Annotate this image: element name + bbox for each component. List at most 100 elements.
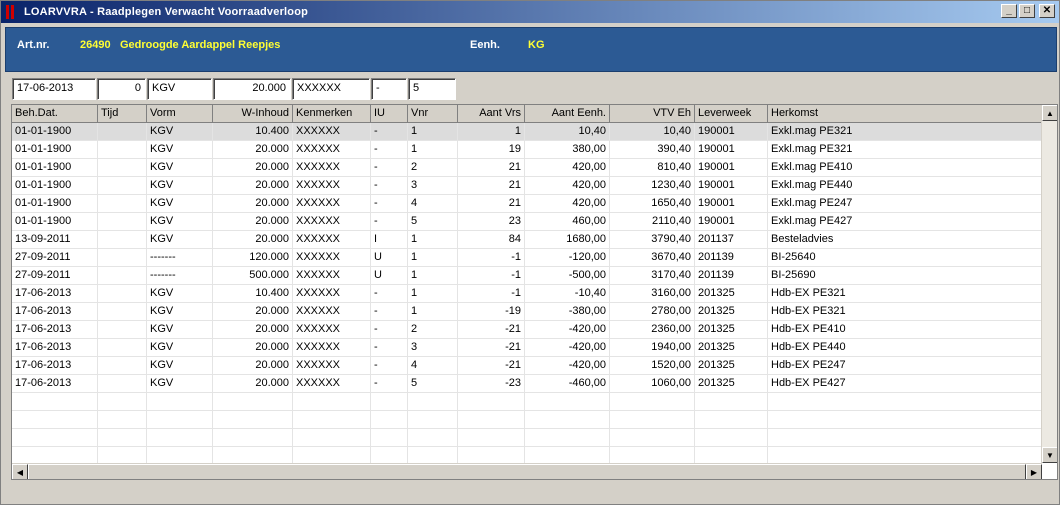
column-header-vtv-eh[interactable]: VTV Eh bbox=[610, 105, 695, 123]
cell-kenmerken: XXXXXX bbox=[293, 321, 371, 339]
cell-vnr: 5 bbox=[408, 375, 458, 393]
cell-kenmerken bbox=[293, 411, 371, 429]
cell-herkomst: Hdb-EX PE321 bbox=[768, 303, 1042, 321]
filter-iu[interactable]: - bbox=[371, 78, 407, 100]
scroll-left-button[interactable]: ◀ bbox=[12, 464, 28, 479]
table-row[interactable]: 17-06-2013 KGV 20.000 XXXXXX -5 -23 -460,00 106… bbox=[12, 375, 1042, 393]
horizontal-scrollbar[interactable]: ◀ ▶ bbox=[12, 463, 1042, 479]
cell-vorm: KGV bbox=[147, 357, 213, 375]
column-header-w-inhoud[interactable]: W-Inhoud bbox=[213, 105, 293, 123]
column-header-vnr[interactable]: Vnr bbox=[408, 105, 458, 123]
cell-aant-eenh: -500,00 bbox=[525, 267, 610, 285]
minimize-button[interactable]: _ bbox=[1001, 4, 1017, 18]
main-window: LOARVVRA - Raadplegen Verwacht Voorraadv… bbox=[0, 0, 1060, 505]
column-header-aant-vrs[interactable]: Aant Vrs bbox=[458, 105, 525, 123]
column-header-tijd[interactable]: Tijd bbox=[98, 105, 147, 123]
cell-vtv-eh: 2360,00 bbox=[610, 321, 695, 339]
table-row[interactable]: 01-01-1900 KGV 20.000 XXXXXX -1 19 380,00 390,4… bbox=[12, 141, 1042, 159]
cell-aant-vrs: -1 bbox=[458, 267, 525, 285]
cell-beh-dat: 01-01-1900 bbox=[12, 159, 98, 177]
cell-vtv-eh: 390,40 bbox=[610, 141, 695, 159]
column-header-kenmerken[interactable]: Kenmerken bbox=[293, 105, 371, 123]
cell-beh-dat: 27-09-2011 bbox=[12, 249, 98, 267]
cell-iu bbox=[371, 411, 408, 429]
filter-vnr[interactable]: 5 bbox=[408, 78, 456, 100]
cell-beh-dat: 01-01-1900 bbox=[12, 141, 98, 159]
filter-w-inhoud[interactable]: 20.000 bbox=[213, 78, 291, 100]
cell-w-inhoud: 10.400 bbox=[213, 285, 293, 303]
column-header-beh-dat[interactable]: Beh.Dat. bbox=[12, 105, 98, 123]
table-row[interactable]: 27-09-2011 ------- 500.000 XXXXXX U 1 -1 -500,0… bbox=[12, 267, 1042, 285]
cell-leverweek bbox=[695, 393, 768, 411]
cell-w-inhoud bbox=[213, 411, 293, 429]
cell-vorm: KGV bbox=[147, 321, 213, 339]
cell-leverweek: 201137 bbox=[695, 231, 768, 249]
cell-herkomst: Hdb-EX PE321 bbox=[768, 285, 1042, 303]
cell-vnr: 5 bbox=[408, 213, 458, 231]
table-row[interactable]: 13-09-2011 KGV 20.000 XXXXXX I 1 84 1680,00 3790… bbox=[12, 231, 1042, 249]
close-icon: ✕ bbox=[1042, 5, 1052, 16]
table-row[interactable]: 17-06-2013 KGV 20.000 XXXXXX -1 -19 -380,00 278… bbox=[12, 303, 1042, 321]
maximize-button[interactable]: □ bbox=[1019, 4, 1035, 18]
vertical-scrollbar[interactable]: ▲ ▼ bbox=[1041, 105, 1057, 463]
stock-table[interactable]: Beh.Dat. Tijd Vorm W-Inhoud Kenmerken IU Vnr Aa… bbox=[11, 104, 1058, 480]
app-icon[interactable] bbox=[6, 5, 18, 19]
cell-beh-dat: 01-01-1900 bbox=[12, 195, 98, 213]
filter-kenmerken[interactable]: XXXXXX bbox=[292, 78, 370, 100]
table-row[interactable]: 27-09-2011 ------- 120.000 XXXXXX U 1 -1 -120,0… bbox=[12, 249, 1042, 267]
column-header-iu[interactable]: IU bbox=[371, 105, 408, 123]
filter-time[interactable]: 0 bbox=[97, 78, 146, 100]
cell-beh-dat: 01-01-1900 bbox=[12, 177, 98, 195]
table-row[interactable]: 17-06-2013 KGV 10.400 XXXXXX -1 -1 -10,40 3160,… bbox=[12, 285, 1042, 303]
cell-iu: U bbox=[371, 267, 408, 285]
table-row[interactable]: 01-01-1900 KGV 20.000 XXXXXX -5 23 460,00 2110,… bbox=[12, 213, 1042, 231]
cell-vtv-eh: 3790,40 bbox=[610, 231, 695, 249]
cell-vtv-eh: 2110,40 bbox=[610, 213, 695, 231]
table-row[interactable]: 17-06-2013 KGV 20.000 XXXXXX -4 -21 -420,00 152… bbox=[12, 357, 1042, 375]
cell-tijd bbox=[98, 159, 147, 177]
cell-tijd bbox=[98, 375, 147, 393]
column-header-herkomst[interactable]: Herkomst bbox=[768, 105, 1042, 123]
table-row[interactable]: 17-06-2013 KGV 20.000 XXXXXX -3 -21 -420,00 194… bbox=[12, 339, 1042, 357]
cell-aant-vrs: -1 bbox=[458, 249, 525, 267]
table-row[interactable] bbox=[12, 429, 1042, 447]
column-header-leverweek[interactable]: Leverweek bbox=[695, 105, 768, 123]
filter-date[interactable]: 17-06-2013 bbox=[12, 78, 96, 100]
cell-aant-eenh: -120,00 bbox=[525, 249, 610, 267]
cell-beh-dat: 17-06-2013 bbox=[12, 285, 98, 303]
cell-vnr: 1 bbox=[408, 123, 458, 141]
cell-iu: - bbox=[371, 123, 408, 141]
close-button[interactable]: ✕ bbox=[1039, 4, 1055, 18]
cell-leverweek: 201325 bbox=[695, 285, 768, 303]
table-row[interactable]: 17-06-2013 KGV 20.000 XXXXXX -2 -21 -420,00 236… bbox=[12, 321, 1042, 339]
cell-leverweek: 190001 bbox=[695, 177, 768, 195]
cell-aant-vrs: 84 bbox=[458, 231, 525, 249]
table-row[interactable]: 01-01-1900 KGV 20.000 XXXXXX -4 21 420,00 1650,… bbox=[12, 195, 1042, 213]
cell-kenmerken bbox=[293, 429, 371, 447]
column-header-vorm[interactable]: Vorm bbox=[147, 105, 213, 123]
cell-leverweek bbox=[695, 429, 768, 447]
cell-herkomst: BI-25690 bbox=[768, 267, 1042, 285]
table-row[interactable]: 01-01-1900 KGV 20.000 XXXXXX -2 21 420,00 810,4… bbox=[12, 159, 1042, 177]
table-header: Beh.Dat. Tijd Vorm W-Inhoud Kenmerken IU Vnr Aa… bbox=[12, 105, 1042, 123]
cell-aant-vrs bbox=[458, 429, 525, 447]
cell-vorm: ------- bbox=[147, 249, 213, 267]
horizontal-scroll-thumb[interactable] bbox=[28, 464, 1026, 479]
cell-herkomst: Hdb-EX PE410 bbox=[768, 321, 1042, 339]
filter-vorm[interactable]: KGV bbox=[147, 78, 212, 100]
cell-vtv-eh: 3170,40 bbox=[610, 267, 695, 285]
table-row[interactable] bbox=[12, 393, 1042, 411]
cell-aant-vrs bbox=[458, 411, 525, 429]
table-row[interactable] bbox=[12, 411, 1042, 429]
cell-tijd bbox=[98, 429, 147, 447]
scroll-up-button[interactable]: ▲ bbox=[1042, 105, 1057, 121]
table-row[interactable]: 01-01-1900 KGV 20.000 XXXXXX -3 21 420,00 1230,… bbox=[12, 177, 1042, 195]
cell-beh-dat: 13-09-2011 bbox=[12, 231, 98, 249]
scroll-right-button[interactable]: ▶ bbox=[1026, 464, 1042, 479]
cell-vtv-eh bbox=[610, 429, 695, 447]
cell-aant-eenh: -420,00 bbox=[525, 321, 610, 339]
title-bar[interactable]: LOARVVRA - Raadplegen Verwacht Voorraadv… bbox=[1, 1, 1059, 23]
scroll-down-button[interactable]: ▼ bbox=[1042, 447, 1057, 463]
table-row[interactable]: 01-01-1900 KGV 10.400 XXXXXX -1 1 10,40 10,40 19… bbox=[12, 123, 1042, 141]
column-header-aant-eenh[interactable]: Aant Eenh. bbox=[525, 105, 610, 123]
